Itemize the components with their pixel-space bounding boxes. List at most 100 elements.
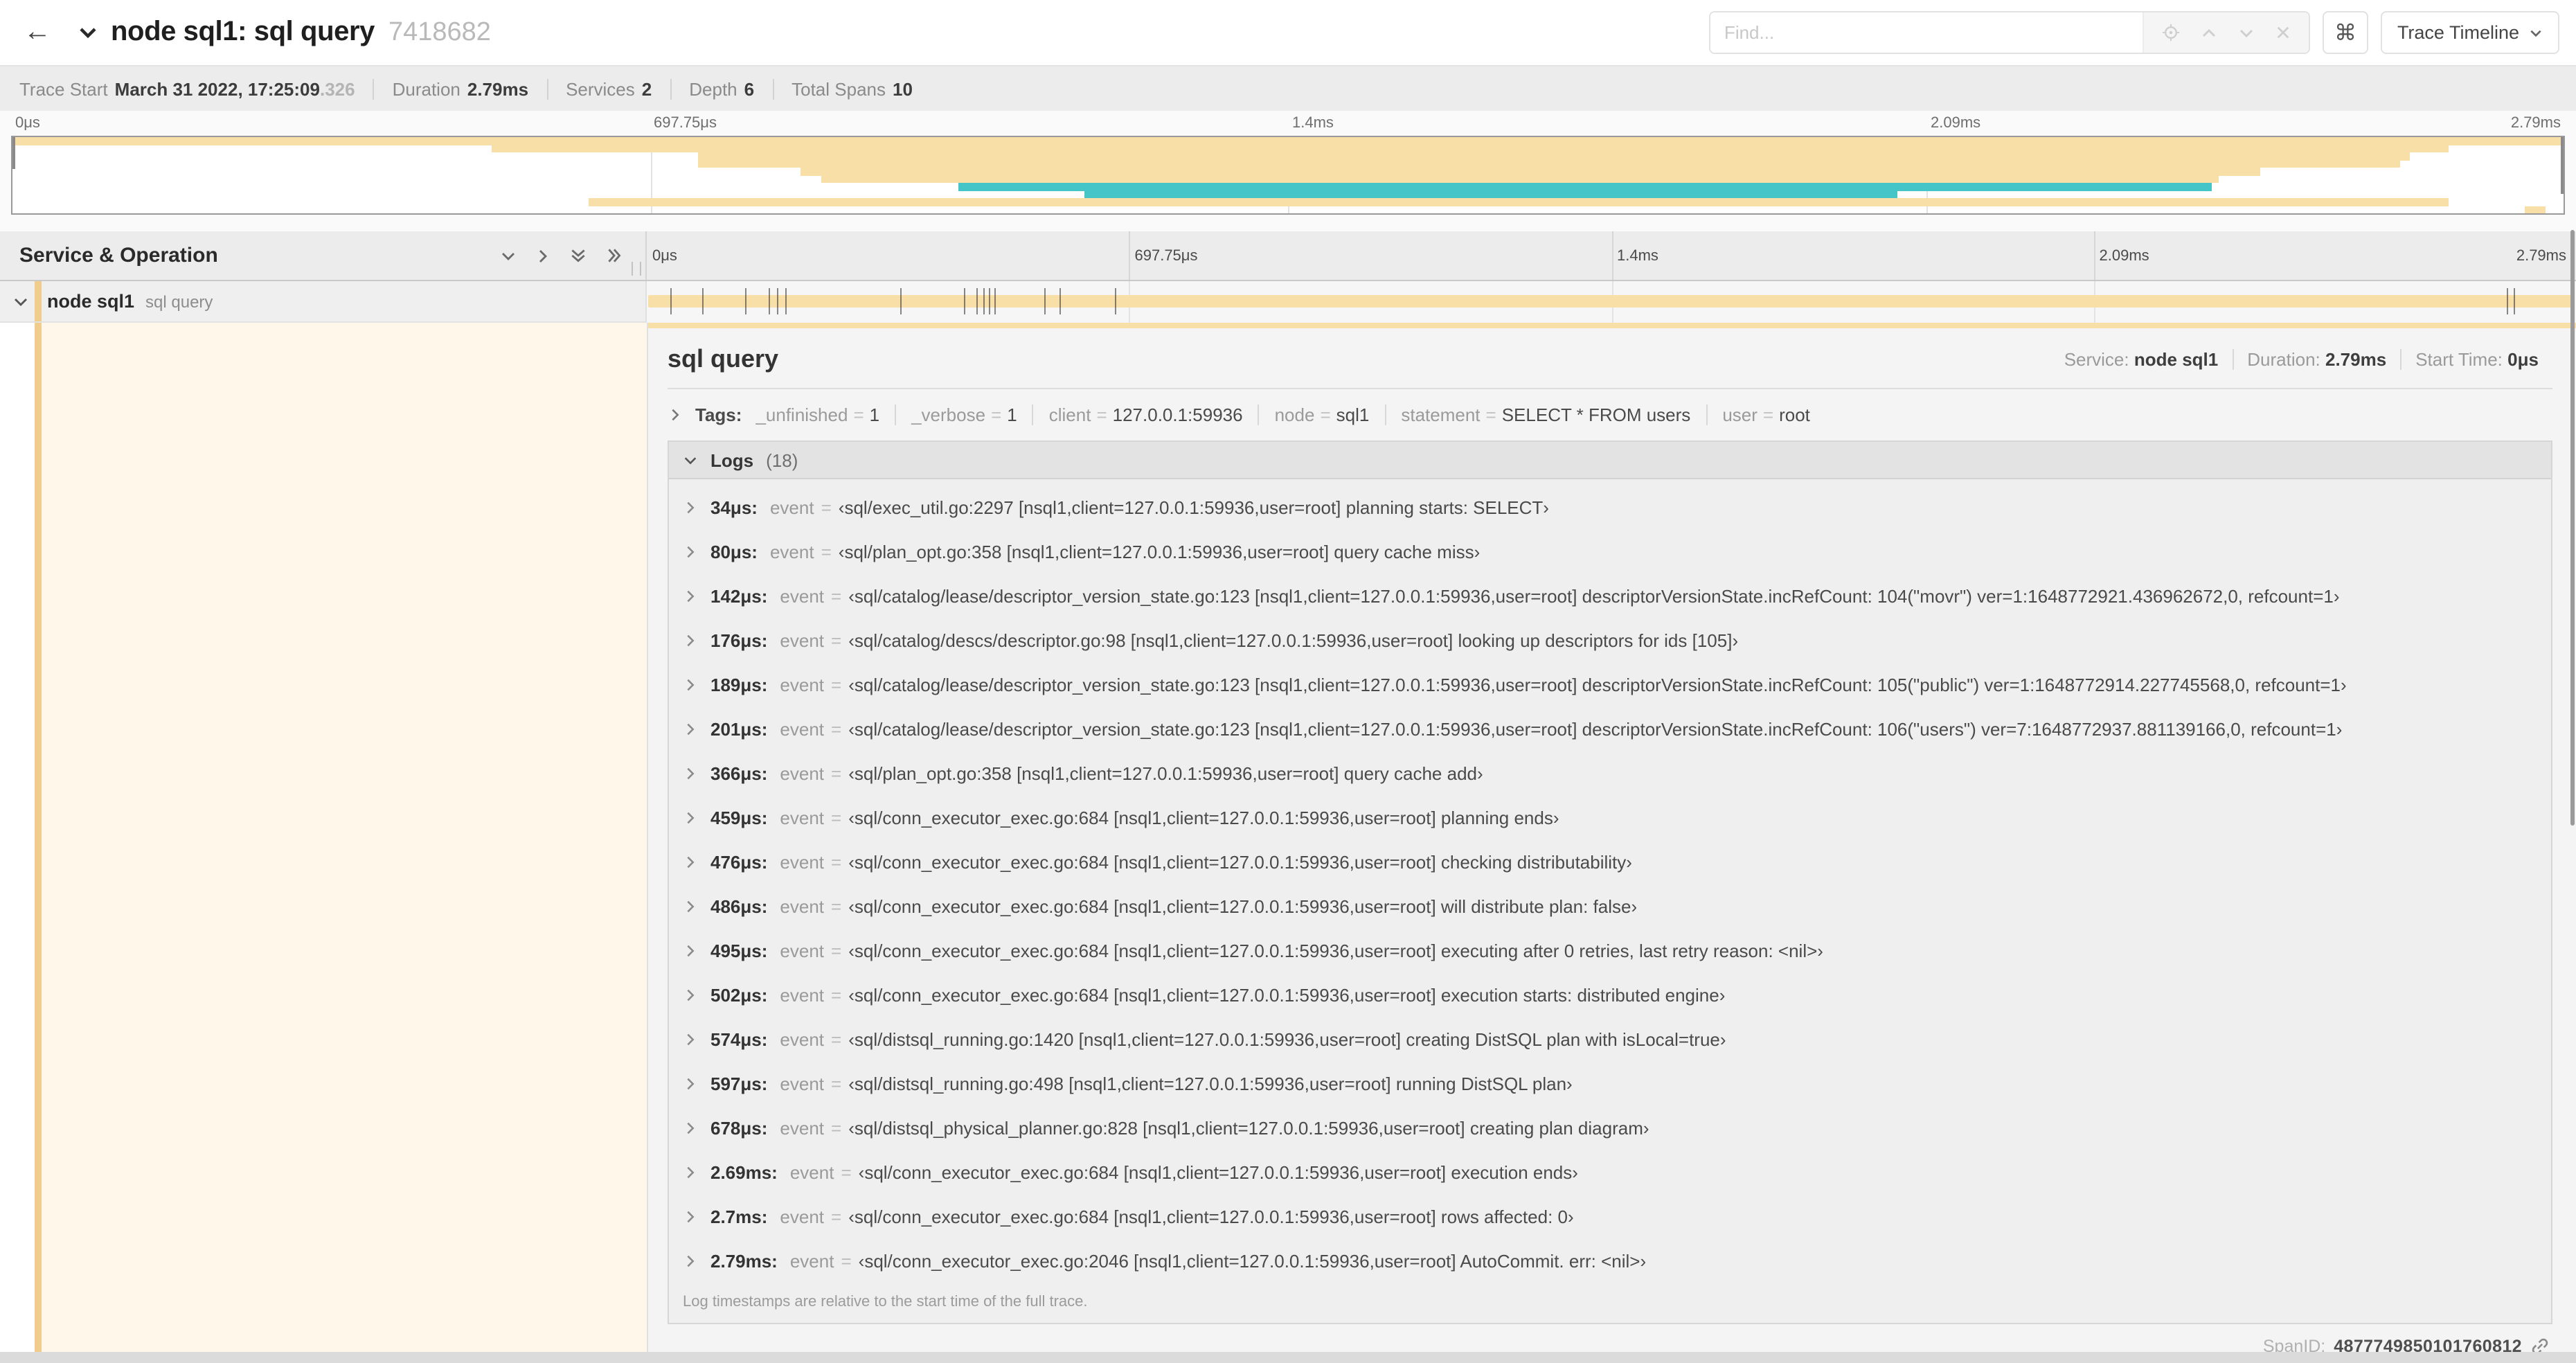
detail-meta-item: Service: node sql1 xyxy=(2064,349,2219,370)
minimap-span-bar xyxy=(800,168,2260,175)
log-row[interactable]: 2.7ms: event = ‹sql/conn_executor_exec.g… xyxy=(669,1194,2551,1238)
log-timestamp: 678μs: xyxy=(710,1117,768,1138)
log-field-key: event xyxy=(780,940,825,961)
find-prev-icon[interactable] xyxy=(2201,24,2217,41)
minimap-span-bar xyxy=(698,160,2401,168)
minimap-span-bar xyxy=(492,145,2449,152)
span-log-marker xyxy=(2514,288,2515,314)
span-collapse-chevron-icon[interactable] xyxy=(12,293,29,310)
find-input[interactable] xyxy=(1710,12,2143,53)
span-operation-name: sql query xyxy=(145,292,213,311)
span-log-marker xyxy=(1044,288,1046,314)
log-row[interactable]: 486μs: event = ‹sql/conn_executor_exec.g… xyxy=(669,884,2551,928)
locate-icon[interactable] xyxy=(2162,24,2180,42)
chevron-right-icon xyxy=(683,1076,698,1091)
minimap-right-scrubber[interactable] xyxy=(2561,137,2564,194)
log-timestamp: 142μs: xyxy=(710,585,768,606)
log-row[interactable]: 495μs: event = ‹sql/conn_executor_exec.g… xyxy=(669,928,2551,972)
expand-all-icon[interactable] xyxy=(605,247,623,265)
trace-info-item: Duration 2.79ms xyxy=(373,78,546,99)
chevron-right-icon xyxy=(683,1253,698,1268)
span-name-cell[interactable]: node sql1 sql query xyxy=(0,281,647,323)
trace-title: node sql1: sql query xyxy=(111,17,375,47)
timeline-tick-label: 1.4ms xyxy=(1292,115,1334,132)
span-duration-bar[interactable] xyxy=(648,295,2575,308)
vertical-scrollbar[interactable] xyxy=(2570,230,2575,826)
collapse-all-icon[interactable] xyxy=(569,247,587,265)
log-field-value: ‹sql/catalog/lease/descriptor_version_st… xyxy=(848,674,2347,695)
span-id-label: SpanID: xyxy=(2262,1337,2326,1352)
log-timestamp: 366μs: xyxy=(710,763,768,783)
log-row[interactable]: 2.69ms: event = ‹sql/conn_executor_exec.… xyxy=(669,1150,2551,1194)
detail-span-accent-strip xyxy=(648,323,2576,328)
logs-note: Log timestamps are relative to the start… xyxy=(683,1294,1088,1310)
collapse-one-icon[interactable] xyxy=(500,247,517,264)
log-field-value: ‹sql/conn_executor_exec.go:684 [nsql1,cl… xyxy=(848,984,1726,1005)
log-row[interactable]: 574μs: event = ‹sql/distsql_running.go:1… xyxy=(669,1017,2551,1061)
log-row[interactable]: 142μs: event = ‹sql/catalog/lease/descri… xyxy=(669,573,2551,618)
log-row[interactable]: 597μs: event = ‹sql/distsql_running.go:4… xyxy=(669,1061,2551,1105)
minimap-left-scrubber[interactable] xyxy=(12,137,15,170)
span-bar-cell[interactable] xyxy=(647,281,2576,323)
tags-row[interactable]: Tags: _unfinished = 1 _verbose = 1 client = 127.… xyxy=(668,404,2552,425)
log-row[interactable]: 459μs: event = ‹sql/conn_executor_exec.g… xyxy=(669,795,2551,839)
chevron-right-icon xyxy=(683,677,698,692)
log-field-value: ‹sql/catalog/lease/descriptor_version_st… xyxy=(848,585,2340,606)
tag-item[interactable]: node = sql1 xyxy=(1258,404,1385,425)
minimap-span-bar xyxy=(958,183,2212,190)
logs-accordion: Logs (18) 34μs: event = ‹sql/exec_util.g… xyxy=(668,440,2552,1324)
chevron-right-icon xyxy=(668,407,683,422)
trace-view-selector-button[interactable]: Trace Timeline xyxy=(2380,11,2559,54)
log-row[interactable]: 176μs: event = ‹sql/catalog/descs/descri… xyxy=(669,618,2551,662)
log-field-value: ‹sql/catalog/descs/descriptor.go:98 [nsq… xyxy=(848,630,1739,650)
log-row[interactable]: 34μs: event = ‹sql/exec_util.go:2297 [ns… xyxy=(669,485,2551,529)
tag-item[interactable]: statement = SELECT * FROM users xyxy=(1384,404,1706,425)
timeline-ruler: 0μs 697.75μs 1.4ms 2.09ms 2.79ms xyxy=(647,231,2576,280)
log-timestamp: 189μs: xyxy=(710,674,768,695)
log-row[interactable]: 2.79ms: event = ‹sql/conn_executor_exec.… xyxy=(669,1238,2551,1283)
log-timestamp: 597μs: xyxy=(710,1073,768,1094)
trace-page: ← node sql1: sql query 7418682 Find... ⌘… xyxy=(0,0,2576,1363)
span-log-marker xyxy=(768,288,770,314)
collapse-controls xyxy=(500,247,623,265)
log-field-key: event xyxy=(780,1206,825,1227)
keyboard-shortcuts-button[interactable]: ⌘ xyxy=(2322,11,2368,54)
span-log-marker xyxy=(900,288,902,314)
log-row[interactable]: 678μs: event = ‹sql/distsql_physical_pla… xyxy=(669,1105,2551,1150)
log-field-key: event xyxy=(780,763,825,783)
back-button[interactable]: ← xyxy=(17,12,58,53)
log-row[interactable]: 189μs: event = ‹sql/catalog/lease/descri… xyxy=(669,662,2551,706)
logs-count: (18) xyxy=(766,449,798,470)
span-color-bar xyxy=(35,323,42,1352)
span-log-marker xyxy=(744,288,746,314)
log-row[interactable]: 201μs: event = ‹sql/catalog/lease/descri… xyxy=(669,706,2551,751)
collapse-trace-chevron-icon[interactable] xyxy=(78,22,98,43)
logs-header[interactable]: Logs (18) xyxy=(669,442,2551,479)
chevron-right-icon xyxy=(683,1031,698,1046)
find-clear-icon[interactable] xyxy=(2275,25,2291,40)
log-row[interactable]: 80μs: event = ‹sql/plan_opt.go:358 [nsql… xyxy=(669,529,2551,573)
minimap-span-bar xyxy=(589,198,2449,206)
span-color-bar xyxy=(35,281,42,321)
expand-one-icon[interactable] xyxy=(535,247,551,264)
detail-header[interactable]: sql query Service: node sql1 Duration: 2.… xyxy=(668,345,2552,374)
tag-item[interactable]: user = root xyxy=(1706,404,1825,425)
log-field-key: event xyxy=(780,585,825,606)
logs-title: Logs xyxy=(710,449,754,470)
minimap-canvas[interactable] xyxy=(11,136,2565,215)
tag-item[interactable]: _unfinished = 1 xyxy=(755,404,895,425)
chevron-right-icon xyxy=(683,765,698,781)
tag-item[interactable]: _verbose = 1 xyxy=(895,404,1032,425)
log-field-key: event xyxy=(780,674,825,695)
span-detail-panel: sql query Service: node sql1 Duration: 2.… xyxy=(647,323,2576,1352)
log-field-value: ‹sql/distsql_running.go:498 [nsql1,clien… xyxy=(848,1073,1573,1094)
column-resize-grip[interactable] xyxy=(632,262,641,276)
find-next-icon[interactable] xyxy=(2238,24,2255,41)
log-row[interactable]: 366μs: event = ‹sql/plan_opt.go:358 [nsq… xyxy=(669,751,2551,795)
log-row[interactable]: 476μs: event = ‹sql/conn_executor_exec.g… xyxy=(669,839,2551,884)
log-row[interactable]: 502μs: event = ‹sql/conn_executor_exec.g… xyxy=(669,972,2551,1017)
log-timestamp: 486μs: xyxy=(710,896,768,916)
tag-item[interactable]: client = 127.0.0.1:59936 xyxy=(1032,404,1258,425)
trace-info-item: Services 2 xyxy=(546,78,670,99)
deep-link-icon[interactable] xyxy=(2530,1337,2550,1352)
